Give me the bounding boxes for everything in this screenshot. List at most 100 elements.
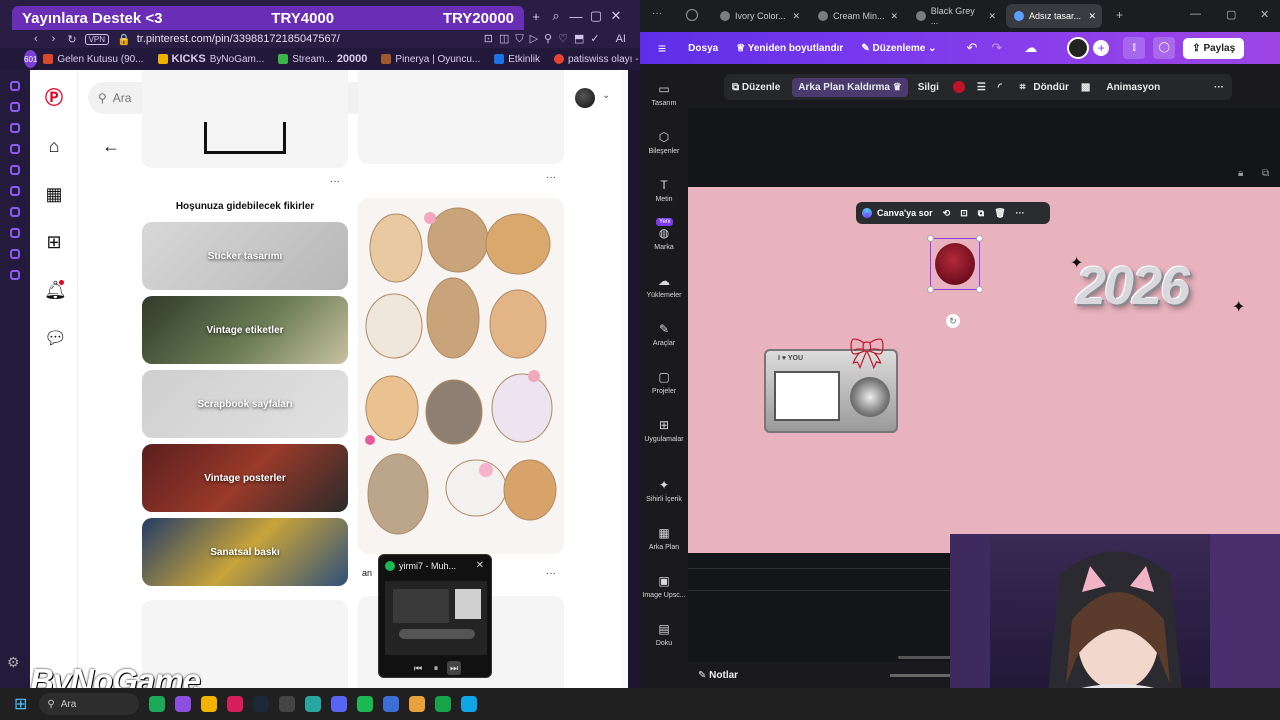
bookmark-item[interactable]: Etkinlik [494, 54, 540, 65]
edit-image-button[interactable]: ⧉ Düzenle [732, 82, 780, 93]
more-options-icon[interactable]: ··· [1016, 208, 1025, 218]
taskbar-search[interactable]: ⚲ Ara [39, 693, 140, 715]
sidebar-app-icon[interactable] [10, 270, 20, 280]
resize-handle[interactable] [976, 286, 983, 293]
ask-canva-button[interactable]: Canva'ya sor [877, 208, 933, 218]
rail-texture[interactable]: ▤ Doku [640, 622, 688, 647]
close-icon[interactable]: ✕ [1260, 8, 1269, 21]
sidebar-app-icon[interactable] [10, 144, 20, 154]
sidebar-app-icon[interactable] [10, 123, 20, 133]
maximize-icon[interactable]: ▢ [1226, 8, 1236, 21]
edit-mode-dropdown[interactable]: ✎ Düzenleme ⌄ [861, 43, 936, 54]
comment-icon[interactable]: ⟲ [943, 208, 951, 219]
page-lock-icon[interactable]: 🔒︎ [1238, 168, 1243, 179]
rail-brand[interactable]: Yeni ◍ Marka [640, 218, 688, 251]
ai-button[interactable]: AI [616, 33, 626, 45]
sidebar-app-icon[interactable] [10, 102, 20, 112]
resize-button[interactable]: ♕ Yeniden boyutlandır [736, 43, 843, 54]
account-chevron-down-icon[interactable]: ⌄ [602, 90, 610, 101]
add-collaborator-icon[interactable]: + [1093, 40, 1110, 56]
vpn-badge[interactable]: VPN [84, 33, 110, 45]
resize-handle[interactable] [927, 235, 934, 242]
rail-uploads[interactable]: ☁ Yüklemeler [640, 274, 688, 299]
bookmark-item[interactable]: Gelen Kutusu (90... [43, 54, 144, 65]
rail-image-upscaler[interactable]: ▣ Image Upsc... [640, 574, 688, 599]
new-tab-icon[interactable]: + [526, 9, 546, 24]
search-input[interactable]: Ara [113, 91, 132, 105]
rail-background[interactable]: ▦ Arka Plan [640, 526, 688, 551]
rotate-handle-icon[interactable]: ↻ [946, 314, 960, 328]
menu-hamburger-icon[interactable]: ≡ [658, 40, 666, 56]
sidebar-app-icon[interactable] [10, 249, 20, 259]
redo-icon[interactable]: ↷ [991, 40, 1002, 56]
rail-projects[interactable]: ▢ Projeler [640, 370, 688, 395]
year-2026-sticker[interactable]: 2026 [1076, 255, 1240, 325]
bookmark-item[interactable]: Stream... 20000 [278, 53, 367, 65]
rail-magic-media[interactable]: ✦ Sihirli İçerik [640, 478, 688, 503]
lock-icon[interactable]: ⊡ [960, 208, 968, 219]
avatar[interactable] [575, 88, 595, 108]
browser-tab[interactable]: Cream Min... ✕ [810, 4, 904, 28]
obs-icon[interactable] [279, 696, 296, 712]
search-tabs-icon[interactable]: ⌕ [546, 8, 566, 24]
close-icon[interactable]: ✕ [476, 560, 484, 571]
pin-card[interactable] [358, 70, 564, 164]
idea-card-vintage-labels[interactable]: Vintage etiketler [142, 296, 348, 364]
file-explorer-icon[interactable] [201, 696, 218, 712]
pin-more-icon[interactable]: ··· [330, 176, 340, 187]
undo-icon[interactable]: ↶ [966, 40, 977, 56]
color-swatch[interactable] [952, 81, 965, 93]
share-button[interactable]: ⇪ Paylaş [1183, 37, 1245, 59]
file-menu[interactable]: Dosya [688, 43, 718, 54]
tab-close-icon[interactable]: ✕ [890, 11, 898, 22]
scrollbar[interactable] [622, 70, 628, 688]
pin-card[interactable] [142, 70, 348, 168]
workspace-icon[interactable] [686, 9, 698, 21]
browser-tab-active[interactable]: Adsız tasar... ✕ [1006, 4, 1102, 28]
crop-icon[interactable]: ⌗ [1020, 82, 1026, 93]
notifications-bell-icon[interactable]: 🔔︎ [44, 280, 67, 300]
erase-button[interactable]: Silgi [918, 82, 939, 93]
pin-more-icon[interactable]: ··· [546, 172, 556, 183]
bookmark-item[interactable]: KICKS ByNoGam... [157, 53, 264, 65]
page-duplicate-icon[interactable]: ⧉ [1262, 168, 1269, 179]
forward-icon[interactable]: › [52, 33, 56, 45]
windows-start-icon[interactable]: ⊞ [14, 694, 27, 714]
duplicate-icon[interactable]: ⧉ [978, 208, 984, 219]
url-field[interactable]: tr.pinterest.com/pin/33988172185047567/ [137, 33, 340, 45]
resize-handle[interactable] [927, 286, 934, 293]
next-track-icon[interactable]: ⏭ [447, 661, 461, 675]
idea-card-sticker[interactable]: Sticker tasarımı [142, 222, 348, 290]
notes-button[interactable]: ✎ Notlar [698, 670, 738, 681]
back-icon[interactable]: ‹ [34, 33, 38, 45]
comments-icon[interactable]: ◯ [1153, 37, 1176, 59]
maximize-icon[interactable]: ▢ [586, 8, 606, 24]
explore-icon[interactable]: ▦ [44, 184, 64, 204]
chrome-icon[interactable] [409, 696, 426, 712]
rotate-button[interactable]: Döndür [1033, 82, 1069, 93]
pinterest-logo-icon[interactable]: Ⓟ [44, 88, 64, 108]
tab-close-icon[interactable]: ✕ [792, 11, 800, 22]
minimize-icon[interactable]: — [1190, 8, 1201, 20]
resize-handle[interactable] [976, 235, 983, 242]
rail-text[interactable]: T Metin [640, 178, 688, 203]
reload-icon[interactable]: ↻ [67, 33, 76, 46]
browser-tab[interactable]: Ivory Color... ✕ [712, 4, 806, 28]
zoom-slider[interactable] [890, 673, 950, 677]
animate-button[interactable]: Animasyon [1106, 82, 1160, 93]
rail-apps[interactable]: ⊞ Uygulamalar [640, 418, 688, 443]
sidebar-app-icon[interactable] [10, 207, 20, 217]
back-arrow-icon[interactable]: ← [102, 136, 120, 157]
transparency-icon[interactable]: ▩ [1081, 82, 1090, 93]
messages-icon[interactable]: 💬︎ [44, 328, 67, 348]
extension-icons[interactable]: ⊡◫⛉▷⚲♡⬒✓ [484, 32, 606, 46]
cloud-save-icon[interactable]: ☁ [1024, 40, 1037, 56]
opera-gx-icon[interactable] [227, 696, 244, 712]
line-weight-icon[interactable]: ☰ [977, 82, 986, 93]
sidebar-app-icon[interactable] [10, 228, 20, 238]
bg-remove-button[interactable]: Arka Plan Kaldırma ♛ [792, 77, 908, 97]
bookmark-item[interactable]: Pinerya | Oyuncu... [381, 54, 480, 65]
settings-gear-icon[interactable]: ⚙ [7, 654, 20, 671]
sidebar-app-icon[interactable] [10, 165, 20, 175]
tab-menu-icon[interactable]: ··· [652, 8, 662, 19]
